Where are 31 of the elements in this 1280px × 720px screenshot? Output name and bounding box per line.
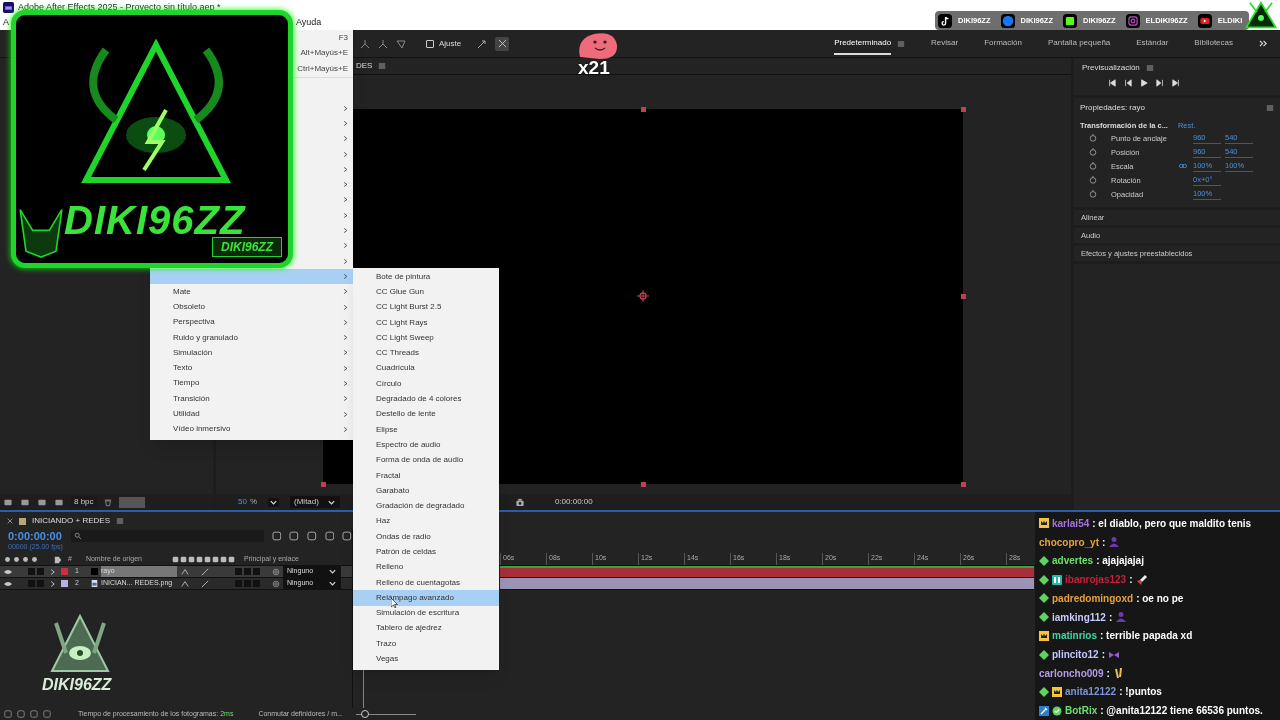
chat-username: chocopro_yt	[1039, 535, 1099, 550]
chat-message: : @anita12122 tiene 66536 puntos.	[1100, 704, 1263, 719]
logo-text: DIKI96ZZ	[42, 676, 112, 694]
chat-message: : terrible papada xd	[1100, 629, 1193, 644]
chat-message: : el diablo, pero que maldito tenis	[1092, 516, 1252, 531]
chat-username: carloncho009	[1039, 666, 1104, 681]
chat-message: : ajajajajaj	[1096, 554, 1144, 569]
chat-username: ibanrojas123	[1065, 573, 1127, 588]
chat-username: anita12122	[1065, 685, 1117, 700]
chat-username: advertes	[1052, 554, 1094, 569]
chat-message: :	[1102, 535, 1106, 550]
chat-message: : !puntos	[1119, 685, 1162, 700]
chat-message: :	[1106, 666, 1110, 681]
chat-message: : oe no pe	[1136, 591, 1184, 606]
chat-username: BotRix	[1065, 704, 1098, 719]
streamer-tag: DIKI96ZZ	[212, 237, 282, 257]
chat-message: :	[1129, 573, 1133, 588]
alert-count: x21	[578, 58, 610, 78]
panel-title: Propiedades: rayo	[1080, 102, 1145, 114]
chat-username: matinrios	[1052, 629, 1097, 644]
chat-username: padredomingoxd	[1052, 591, 1134, 606]
panel-title: Previsualización	[1082, 62, 1140, 74]
shortcut-label: Ctrl+Mayús+E	[297, 62, 348, 75]
chat-username: plincito12	[1052, 648, 1099, 662]
chat-message: :	[1108, 610, 1113, 625]
chat-username: iamking112	[1052, 610, 1106, 625]
chat-message: :	[1101, 648, 1106, 662]
shortcut-label: Alt+Mayús+E	[300, 47, 348, 60]
window-title: Adobe After Effects 2025 - Proyecto sin título.aep *	[18, 0, 221, 14]
shortcut-label: F3	[338, 31, 348, 44]
chat-username: karlai54	[1052, 516, 1090, 531]
